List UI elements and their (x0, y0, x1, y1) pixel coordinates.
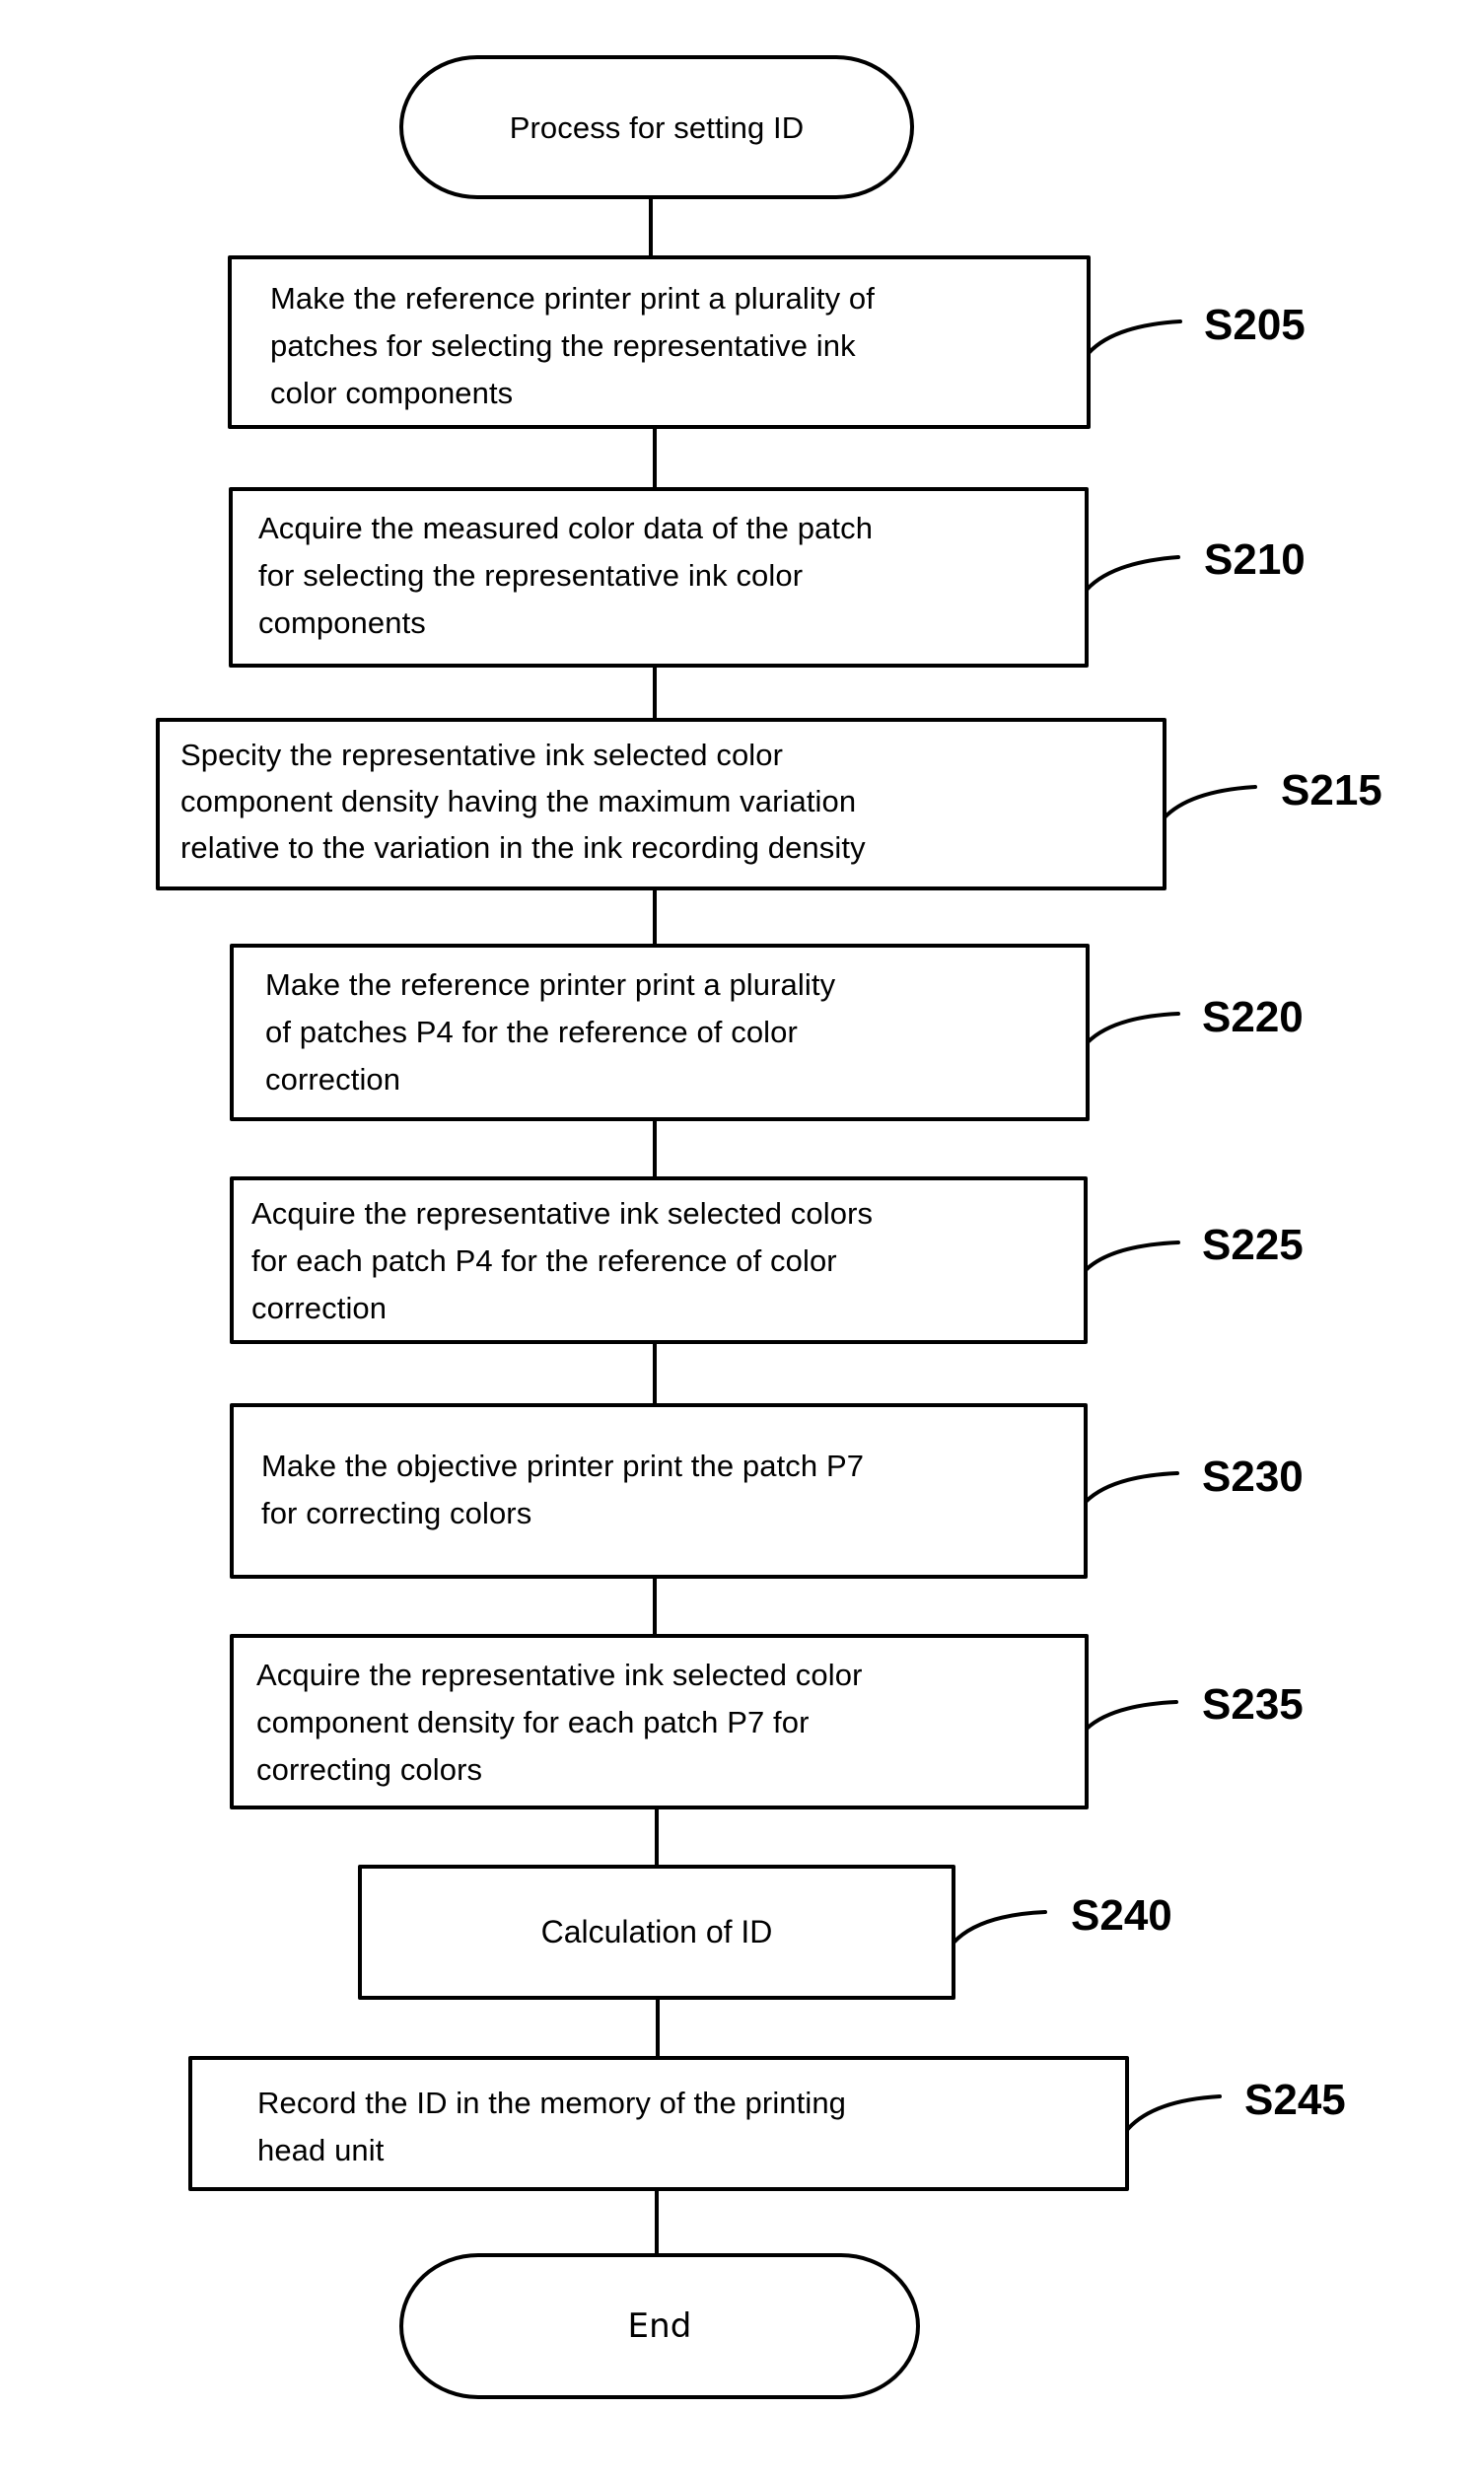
flowchart: Process for setting ID Make the referenc… (0, 0, 1484, 2480)
step-label-s225: S225 (1202, 1221, 1304, 1269)
process-box-s235: Acquire the representative ink selected … (230, 1634, 1089, 1809)
leader-s235 (1085, 1700, 1178, 1731)
step-label-s235: S235 (1202, 1680, 1304, 1729)
leader-s225 (1084, 1240, 1180, 1272)
step-label-s230: S230 (1202, 1453, 1304, 1501)
process-box-s220: Make the reference printer print a plura… (230, 944, 1090, 1121)
step-label-s220: S220 (1202, 993, 1304, 1041)
step-text-s220: Make the reference printer print a plura… (265, 967, 836, 1097)
end-terminator: End (399, 2253, 920, 2399)
leader-s215 (1162, 785, 1257, 820)
step-label-s205: S205 (1204, 301, 1306, 349)
leader-s210 (1085, 555, 1180, 592)
start-label: Process for setting ID (509, 109, 805, 145)
process-box-s215: Specity the representative ink selected … (156, 718, 1166, 890)
step-text-s215: Specity the representative ink selected … (180, 738, 866, 865)
process-box-s205: Make the reference printer print a plura… (228, 255, 1091, 429)
step-label-s240: S240 (1071, 1891, 1172, 1940)
process-box-s245: Record the ID in the memory of the print… (188, 2056, 1129, 2191)
leader-s245 (1125, 2094, 1222, 2132)
step-label-s245: S245 (1244, 2076, 1346, 2124)
step-label-s210: S210 (1204, 535, 1306, 584)
leader-s205 (1087, 319, 1182, 355)
leader-s230 (1084, 1471, 1179, 1504)
step-text-s245: Record the ID in the memory of the print… (257, 2086, 847, 2167)
process-box-s210: Acquire the measured color data of the p… (229, 487, 1089, 668)
process-box-s230: Make the objective printer print the pat… (230, 1403, 1088, 1579)
leader-s240 (952, 1910, 1047, 1945)
process-box-s225: Acquire the representative ink selected … (230, 1176, 1088, 1344)
step-text-s230: Make the objective printer print the pat… (261, 1449, 865, 1530)
leader-s220 (1086, 1012, 1180, 1044)
step-text-s210: Acquire the measured color data of the p… (258, 511, 874, 640)
step-text-s235: Acquire the representative ink selected … (256, 1658, 863, 1787)
start-terminator: Process for setting ID (399, 55, 914, 199)
step-text-s205: Make the reference printer print a plura… (270, 281, 875, 410)
step-label-s215: S215 (1281, 766, 1382, 815)
step-text-s240: Calculation of ID (540, 1914, 773, 1949)
end-label: End (627, 2306, 692, 2346)
step-text-s225: Acquire the representative ink selected … (251, 1196, 874, 1325)
process-box-s240: Calculation of ID (358, 1865, 955, 2000)
